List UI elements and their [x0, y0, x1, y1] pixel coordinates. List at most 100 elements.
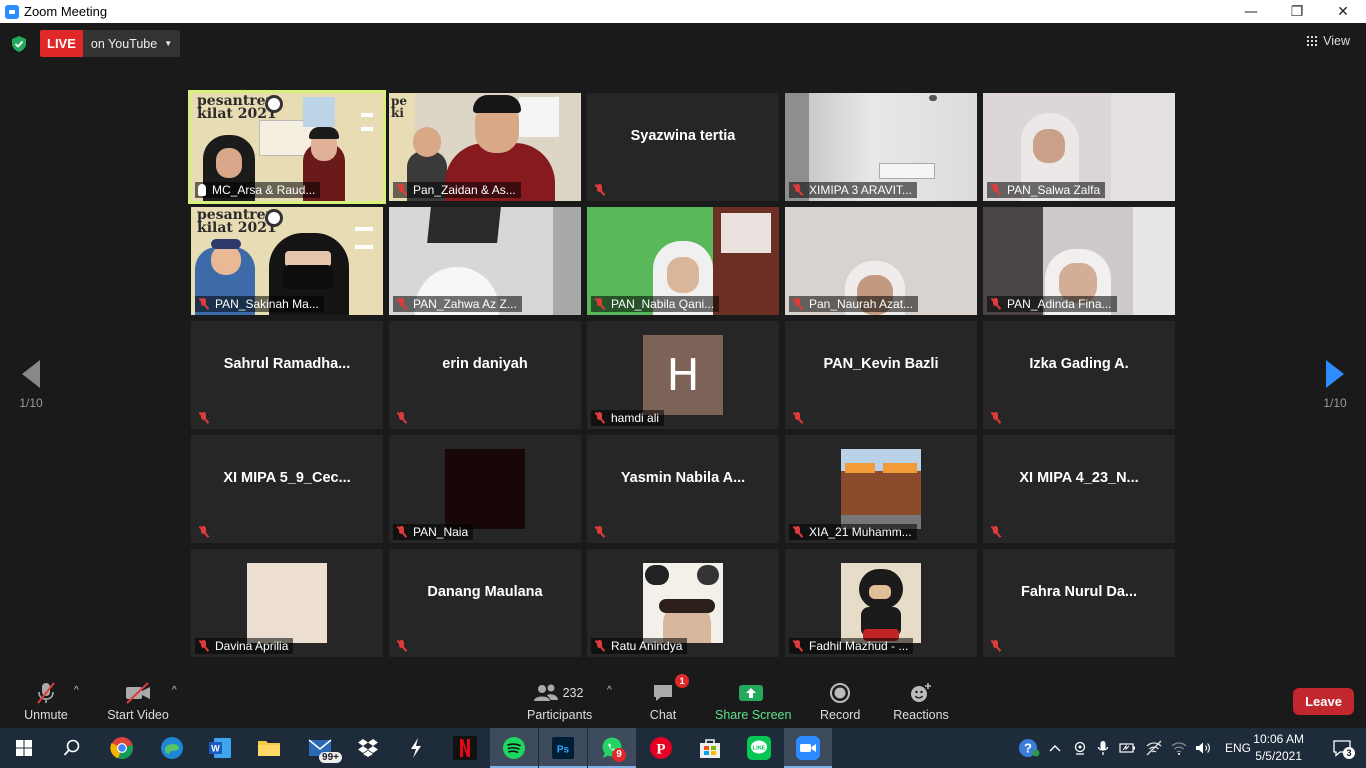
security-shield-icon[interactable] [12, 36, 26, 52]
maximize-button[interactable]: ❐ [1274, 0, 1320, 23]
wifi-icon[interactable] [1171, 741, 1187, 755]
search-icon [63, 739, 80, 756]
taskbar-edge[interactable] [148, 728, 196, 768]
participant-tile[interactable]: pe ki Pan_Zaidan & As... [389, 93, 581, 201]
participant-tile[interactable]: Pan_Naurah Azat... [785, 207, 977, 315]
participant-tile[interactable]: XIMIPA 3 ARAVIT... [785, 93, 977, 201]
taskbar-store[interactable] [686, 728, 734, 768]
participant-tile[interactable]: pesantren kilat 2021 PAN_Sakinah Ma... [191, 207, 383, 315]
participant-name: hamdi ali [611, 411, 660, 425]
participant-tile[interactable]: erin daniyah [389, 321, 581, 429]
participant-tile[interactable]: Izka Gading A. [983, 321, 1175, 429]
start-button[interactable] [0, 728, 48, 768]
minimize-button[interactable]: — [1228, 0, 1274, 23]
chevron-up-icon[interactable] [1049, 743, 1061, 753]
participant-name: PAN_Sakinah Ma... [215, 297, 319, 311]
participant-tile[interactable]: Fahra Nurul Da... [983, 549, 1175, 657]
share-screen-button[interactable]: Share Screen [715, 680, 791, 722]
taskbar-chrome[interactable] [98, 728, 146, 768]
mic-muted-icon [198, 526, 209, 538]
record-button[interactable]: Record [820, 680, 860, 722]
participant-tile[interactable]: Davina Aprilia [191, 549, 383, 657]
taskbar-spotify[interactable] [490, 728, 538, 768]
participant-tile[interactable]: PAN_Adinda Fina... [983, 207, 1175, 315]
participant-name: PAN_Zahwa Az Z... [413, 297, 517, 311]
input-language[interactable]: ENG [1225, 741, 1251, 755]
participant-tile[interactable]: XI MIPA 5_9_Cec... [191, 435, 383, 543]
participant-avatar: H [643, 335, 723, 415]
participant-tile[interactable]: Hhamdi ali [587, 321, 779, 429]
participants-button[interactable]: 232 Participants [527, 680, 592, 722]
participant-tile[interactable]: Danang Maulana [389, 549, 581, 657]
close-button[interactable]: ✕ [1320, 0, 1366, 23]
taskbar-netflix[interactable] [441, 728, 489, 768]
participant-label [195, 410, 220, 426]
participant-tile[interactable]: XI MIPA 4_23_N... [983, 435, 1175, 543]
video-options-caret[interactable]: ^ [172, 685, 177, 696]
previous-page-button[interactable]: 1/10 [18, 360, 44, 410]
taskbar-pinterest[interactable]: P [637, 728, 685, 768]
share-screen-icon [715, 680, 787, 706]
windows-logo-icon [16, 740, 32, 756]
live-destination-dropdown[interactable]: on YouTube ▼ [82, 30, 181, 57]
participant-tile[interactable]: Yasmin Nabila A... [587, 435, 779, 543]
livestream-indicator[interactable]: LIVE on YouTube ▼ [40, 30, 181, 57]
participant-tile[interactable]: Syazwina tertia [587, 93, 779, 201]
webcam-icon[interactable] [1073, 741, 1087, 755]
participant-tile[interactable]: Sahrul Ramadha... [191, 321, 383, 429]
reactions-button[interactable]: Reactions [893, 680, 949, 722]
volume-icon[interactable] [1195, 741, 1211, 755]
taskbar-whatsapp[interactable]: 9 [588, 728, 636, 768]
participant-label: hamdi ali [591, 410, 665, 426]
participant-tile[interactable]: PAN_Zahwa Az Z... [389, 207, 581, 315]
taskbar-app-bolt[interactable] [392, 728, 440, 768]
taskbar-dropbox[interactable] [344, 728, 392, 768]
video-off-icon [107, 680, 169, 706]
participant-tile[interactable]: PAN_Kevin Bazli [785, 321, 977, 429]
svg-text:Ps: Ps [557, 745, 570, 756]
participant-label: PAN_Nabila Qani... [591, 296, 720, 312]
participant-tile[interactable]: Ratu Anindya [587, 549, 779, 657]
unmute-button[interactable]: Unmute [22, 680, 70, 722]
participant-tile[interactable]: Fadhil Mazhud - ... [785, 549, 977, 657]
next-page-button[interactable]: 1/10 [1320, 360, 1350, 410]
participant-avatar [841, 449, 921, 529]
search-button[interactable] [48, 728, 96, 768]
participant-name: XIMIPA 3 ARAVIT... [809, 183, 912, 197]
mic-muted-icon [990, 184, 1001, 196]
chat-button[interactable]: 1 Chat [645, 674, 689, 722]
mic-muted-icon [792, 526, 803, 538]
participant-tile[interactable]: PAN_Nabila Qani... [587, 207, 779, 315]
line-app-icon: LINE [747, 736, 771, 760]
notification-center-button[interactable]: 3 [1318, 728, 1366, 768]
view-button[interactable]: View [1307, 34, 1350, 48]
taskbar-photoshop[interactable]: Ps [539, 728, 587, 768]
battery-icon[interactable] [1119, 741, 1137, 755]
help-icon[interactable]: ? [1018, 738, 1040, 758]
taskbar-word[interactable]: W [196, 728, 244, 768]
participant-tile[interactable]: XIA_21 Muhamm... [785, 435, 977, 543]
participant-name: Pan_Zaidan & As... [413, 183, 516, 197]
taskbar-line[interactable]: LINE [735, 728, 783, 768]
microphone-icon[interactable] [1097, 740, 1109, 756]
start-video-button[interactable]: Start Video [107, 680, 169, 722]
taskbar-file-explorer[interactable] [245, 728, 293, 768]
mic-muted-icon [792, 184, 803, 196]
meeting-toolbar: Unmute ^ Start Video ^ 232 Participants … [0, 672, 1366, 728]
start-video-label: Start Video [107, 708, 169, 722]
participant-display-name: Sahrul Ramadha... [223, 356, 351, 372]
participants-options-caret[interactable]: ^ [607, 685, 612, 696]
zoom-window: Zoom Meeting — ❐ ✕ LIVE on YouTube ▼ Vie… [0, 0, 1366, 728]
participant-label [195, 524, 220, 540]
participant-tile[interactable]: PAN_Salwa Zalfa [983, 93, 1175, 201]
participant-tile[interactable]: pesantren kilat 2021 MC_Arsa & Raud... [188, 90, 386, 204]
leave-button[interactable]: Leave [1293, 688, 1354, 715]
audio-options-caret[interactable]: ^ [74, 685, 79, 696]
participant-label [987, 410, 1012, 426]
taskbar-zoom[interactable] [784, 728, 832, 768]
system-clock[interactable]: 10:06 AM 5/5/2021 [1253, 731, 1304, 765]
bolt-app-icon [411, 738, 421, 758]
taskbar-mail[interactable]: 99+ [296, 728, 344, 768]
network-disconnected-icon[interactable] [1145, 740, 1163, 756]
participant-tile[interactable]: PAN_Naia [389, 435, 581, 543]
